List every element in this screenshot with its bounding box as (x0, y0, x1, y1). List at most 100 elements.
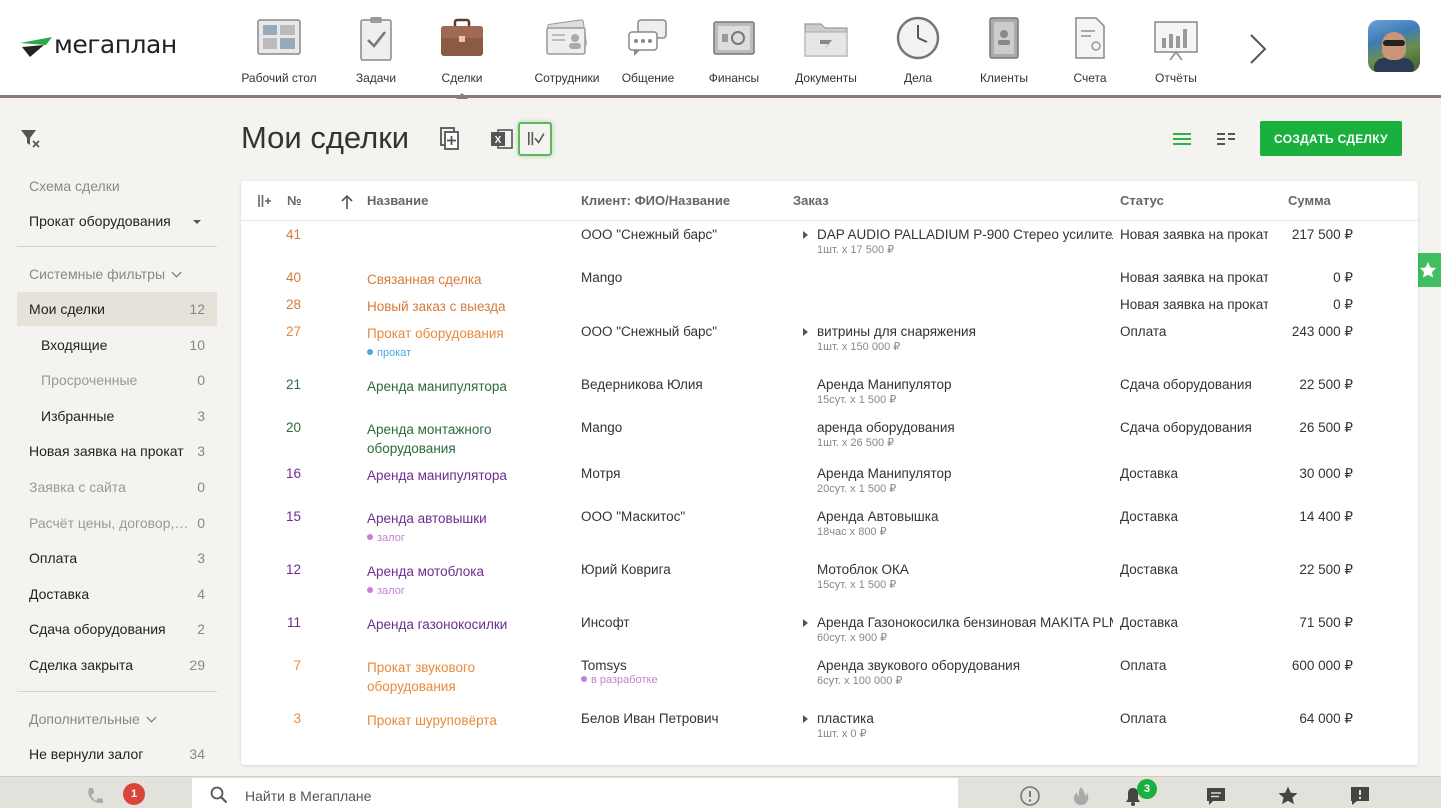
nav-finance[interactable]: Финансы (696, 0, 772, 95)
deal-name-link[interactable]: Прокат звукового оборудования (367, 660, 475, 694)
deal-number[interactable]: 21 (241, 377, 301, 392)
additional-filters-toggle[interactable]: Дополнительные (29, 711, 157, 727)
fire-icon[interactable] (1070, 785, 1092, 807)
client-link[interactable]: Ведерникова Юлия (581, 377, 703, 392)
deal-number[interactable]: 3 (241, 711, 301, 726)
deal-name-link[interactable]: Аренда монтажного оборудования (367, 422, 492, 456)
global-search-input[interactable]: Найти в Мегаплане (192, 778, 958, 808)
order-cell: аренда оборудования 1шт. x 26 500 ₽ (817, 420, 1113, 449)
expand-triangle-icon[interactable] (803, 231, 808, 239)
order-cell: Мотоблок ОКА 15сут. x 1 500 ₽ (817, 562, 1113, 591)
nav-reports[interactable]: Отчёты (1136, 0, 1216, 95)
column-header-name[interactable]: Название (367, 193, 428, 208)
deal-name-link[interactable]: Связанная сделка (367, 272, 482, 287)
expand-triangle-icon[interactable] (803, 619, 808, 627)
sidebar-item-closed[interactable]: Сделка закрыта 29 (17, 648, 217, 682)
missed-calls-badge[interactable]: 1 (123, 783, 145, 805)
megaplan-logo[interactable]: мегаплан (18, 30, 177, 59)
deal-name-link[interactable]: Аренда мотоблока (367, 564, 484, 579)
deal-name-link[interactable]: Аренда автовышки (367, 511, 487, 526)
deal-sum: 0 ₽ (1333, 270, 1353, 285)
deal-tag[interactable]: залог (367, 582, 567, 601)
list-view-icon[interactable] (1170, 128, 1194, 150)
deal-number[interactable]: 7 (241, 658, 301, 673)
sidebar-item-price-calc[interactable]: Расчёт цены, договор, ... 0 (17, 506, 217, 540)
client-link[interactable]: Инсофт (581, 615, 630, 630)
excel-export-icon[interactable]: X (485, 122, 519, 156)
column-header-status[interactable]: Статус (1120, 193, 1164, 208)
deal-number[interactable]: 40 (241, 270, 301, 285)
column-settings-icon[interactable] (518, 122, 552, 156)
feedback-icon[interactable] (1349, 785, 1371, 807)
add-column-icon[interactable] (257, 194, 273, 208)
column-header-order[interactable]: Заказ (793, 193, 829, 208)
client-tag[interactable]: в разработке (581, 674, 781, 686)
notifications-badge[interactable]: 3 (1137, 779, 1157, 799)
deal-number[interactable]: 11 (241, 615, 301, 630)
column-header-num[interactable]: № (287, 193, 302, 208)
chevron-right-icon[interactable] (1243, 32, 1271, 66)
copy-add-icon[interactable] (433, 122, 467, 156)
sidebar-item-overdue[interactable]: Просроченные 0 (17, 363, 217, 397)
deal-name-link[interactable]: Новый заказ с выезда (367, 299, 506, 314)
sidebar-item-favorites[interactable]: Избранные 3 (17, 399, 217, 433)
system-filters-toggle[interactable]: Системные фильтры (29, 266, 182, 282)
deal-number[interactable]: 12 (241, 562, 301, 577)
client-link[interactable]: Белов Иван Петрович (581, 711, 719, 726)
deal-number[interactable]: 16 (241, 466, 301, 481)
nav-deals[interactable]: Сделки (420, 0, 504, 99)
client-link[interactable]: ООО "Маскитос" (581, 509, 685, 524)
scheme-select[interactable]: Прокат оборудования (29, 213, 209, 229)
expand-triangle-icon[interactable] (803, 715, 808, 723)
deal-name-link[interactable]: Прокат шуруповёрта (367, 713, 497, 728)
order-cell: Аренда Газонокосилка бензиновая MAKITA P… (803, 615, 1113, 644)
sort-ascending-icon[interactable] (340, 194, 354, 210)
client-link[interactable]: Mango (581, 270, 622, 285)
deal-number[interactable]: 15 (241, 509, 301, 524)
footer-bar: 1 Найти в Мегаплане 3 (0, 776, 1441, 808)
create-deal-button[interactable]: СОЗДАТЬ СДЕЛКУ (1260, 121, 1402, 156)
alert-circle-icon[interactable] (1019, 785, 1041, 807)
sidebar-item-incoming[interactable]: Входящие 10 (17, 328, 217, 362)
deal-number[interactable]: 28 (241, 297, 301, 312)
nav-tasks[interactable]: Задачи (334, 0, 418, 95)
expand-triangle-icon[interactable] (803, 328, 808, 336)
deal-number[interactable]: 27 (241, 324, 301, 339)
client-link[interactable]: Mango (581, 420, 622, 435)
nav-clients[interactable]: Клиенты (964, 0, 1044, 95)
client-link[interactable]: Юрий Коврига (581, 562, 671, 577)
messages-icon[interactable] (1205, 785, 1227, 807)
favorites-star-icon[interactable] (1277, 785, 1299, 807)
client-link[interactable]: ООО "Снежный барс" (581, 324, 717, 339)
deal-number[interactable]: 20 (241, 420, 301, 435)
nav-affairs[interactable]: Дела (878, 0, 958, 95)
deal-number[interactable]: 41 (241, 227, 301, 242)
sidebar-item-site-request[interactable]: Заявка с сайта 0 (17, 470, 217, 504)
deal-name-link[interactable]: Аренда манипулятора (367, 468, 507, 483)
phone-icon[interactable] (84, 785, 106, 807)
deal-name-link[interactable]: Аренда манипулятора (367, 379, 507, 394)
deal-tag[interactable]: прокат (367, 344, 567, 363)
compact-view-icon[interactable] (1214, 128, 1238, 150)
sidebar-item-deposit-not-returned[interactable]: Не вернули залог 34 (17, 737, 217, 771)
client-link[interactable]: Мотря (581, 466, 620, 481)
avatar[interactable] (1368, 20, 1420, 72)
sidebar-item-return[interactable]: Сдача оборудования 2 (17, 612, 217, 646)
filter-clear-icon[interactable] (20, 128, 40, 148)
nav-documents[interactable]: Документы (784, 0, 868, 95)
nav-invoices[interactable]: Счета (1052, 0, 1128, 95)
sidebar-item-delivery[interactable]: Доставка 4 (17, 577, 217, 611)
client-link[interactable]: ООО "Снежный барс" (581, 227, 717, 242)
deal-tag[interactable]: залог (367, 529, 567, 548)
nav-chat[interactable]: Общение (610, 0, 686, 95)
client-link[interactable]: Tomsys (581, 658, 627, 673)
nav-employees[interactable]: Сотрудники (512, 0, 622, 95)
sidebar-item-my-deals[interactable]: Мои сделки 12 (17, 292, 217, 326)
sidebar-item-new-request[interactable]: Новая заявка на прокат 3 (17, 434, 217, 468)
column-header-client[interactable]: Клиент: ФИО/Название (581, 193, 730, 208)
deal-name-link[interactable]: Прокат оборудования (367, 326, 504, 341)
nav-desktop[interactable]: Рабочий стол (236, 0, 322, 95)
column-header-sum[interactable]: Сумма (1288, 193, 1331, 208)
deal-name-link[interactable]: Аренда газонокосилки (367, 617, 507, 632)
sidebar-item-payment[interactable]: Оплата 3 (17, 541, 217, 575)
